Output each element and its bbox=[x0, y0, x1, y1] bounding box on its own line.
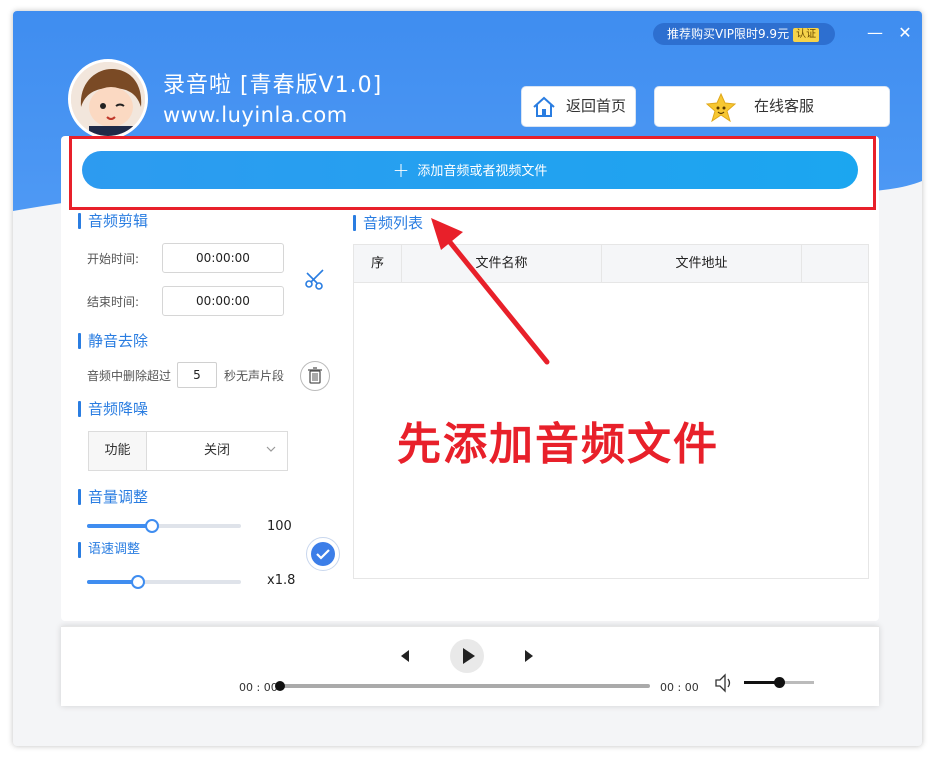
app-title: 录音啦 [青春版V1.0] bbox=[163, 73, 383, 98]
start-time-label: 开始时间: bbox=[87, 252, 140, 266]
end-time-input[interactable]: 00:00:00 bbox=[162, 286, 284, 316]
vip-promo-text: 推荐购买VIP限时9.9元 bbox=[667, 27, 790, 41]
column-header-path: 文件地址 bbox=[602, 245, 802, 282]
section-title-list: 音频列表 bbox=[353, 214, 423, 232]
section-title-volume: 音量调整 bbox=[78, 488, 148, 506]
minimize-button[interactable]: — bbox=[865, 23, 885, 43]
section-title-clip: 音频剪辑 bbox=[78, 212, 148, 230]
end-time-label: 结束时间: bbox=[87, 295, 140, 309]
home-button-label: 返回首页 bbox=[566, 97, 627, 115]
section-title-speed: 语速调整 bbox=[78, 541, 140, 559]
home-button[interactable]: 返回首页 bbox=[521, 86, 636, 127]
add-file-button[interactable]: + 添加音频或者视频文件 bbox=[82, 151, 858, 189]
online-service-label: 在线客服 bbox=[753, 97, 814, 115]
chevron-down-icon bbox=[266, 446, 276, 452]
denoise-key-label: 功能 bbox=[89, 432, 147, 470]
scissors-icon[interactable] bbox=[303, 266, 327, 290]
section-title-denoise: 音频降噪 bbox=[78, 400, 148, 418]
denoise-value[interactable]: 关闭 bbox=[147, 432, 287, 470]
star-icon bbox=[705, 92, 737, 122]
denoise-selected-value: 关闭 bbox=[203, 443, 230, 458]
playback-progress-thumb[interactable] bbox=[275, 681, 285, 691]
trash-button[interactable] bbox=[300, 361, 330, 391]
apply-settings-button[interactable] bbox=[306, 537, 340, 571]
current-time: 00 : 00 bbox=[239, 681, 278, 694]
vip-tag: 认证 bbox=[793, 28, 820, 42]
denoise-select[interactable]: 功能 关闭 bbox=[88, 431, 288, 471]
annotation-text: 先添加音频文件 bbox=[397, 419, 719, 470]
add-file-label: 添加音频或者视频文件 bbox=[417, 164, 548, 179]
volume-slider-fill bbox=[87, 524, 152, 528]
avatar bbox=[68, 59, 148, 139]
previous-icon[interactable] bbox=[397, 648, 413, 664]
plus-icon: + bbox=[392, 158, 410, 182]
speed-slider-thumb[interactable] bbox=[131, 575, 145, 589]
play-icon bbox=[463, 648, 475, 664]
column-header-index: 序 bbox=[354, 245, 402, 282]
annotation-arrow bbox=[431, 218, 550, 365]
player-volume-thumb[interactable] bbox=[774, 677, 785, 688]
app-url[interactable]: www.luyinla.com bbox=[163, 103, 348, 127]
total-time: 00 : 00 bbox=[660, 681, 699, 694]
online-service-button[interactable]: 在线客服 bbox=[654, 86, 890, 127]
trash-icon bbox=[308, 367, 322, 384]
check-icon-bg bbox=[311, 542, 335, 566]
next-icon[interactable] bbox=[521, 648, 537, 664]
silence-seconds-input[interactable]: 5 bbox=[177, 362, 217, 388]
play-button[interactable] bbox=[450, 639, 484, 673]
close-button[interactable]: ✕ bbox=[895, 23, 915, 43]
column-header-extra bbox=[802, 245, 868, 282]
silence-prefix-label: 音频中删除超过 bbox=[87, 369, 172, 383]
volume-value: 100 bbox=[267, 519, 292, 534]
playback-progress-track[interactable] bbox=[278, 684, 650, 688]
volume-slider-thumb[interactable] bbox=[145, 519, 159, 533]
vip-promo-badge[interactable]: 推荐购买VIP限时9.9元 认证 bbox=[653, 23, 835, 45]
speaker-icon[interactable] bbox=[713, 671, 737, 695]
silence-suffix-label: 秒无声片段 bbox=[224, 369, 285, 383]
speed-value: x1.8 bbox=[267, 573, 296, 588]
app-window: 推荐购买VIP限时9.9元 认证 — ✕ 录音啦 [青春版V1.0] www.lu… bbox=[13, 11, 922, 746]
section-title-silence: 静音去除 bbox=[78, 332, 148, 350]
start-time-input[interactable]: 00:00:00 bbox=[162, 243, 284, 273]
check-icon bbox=[316, 549, 330, 560]
home-icon bbox=[533, 96, 555, 117]
